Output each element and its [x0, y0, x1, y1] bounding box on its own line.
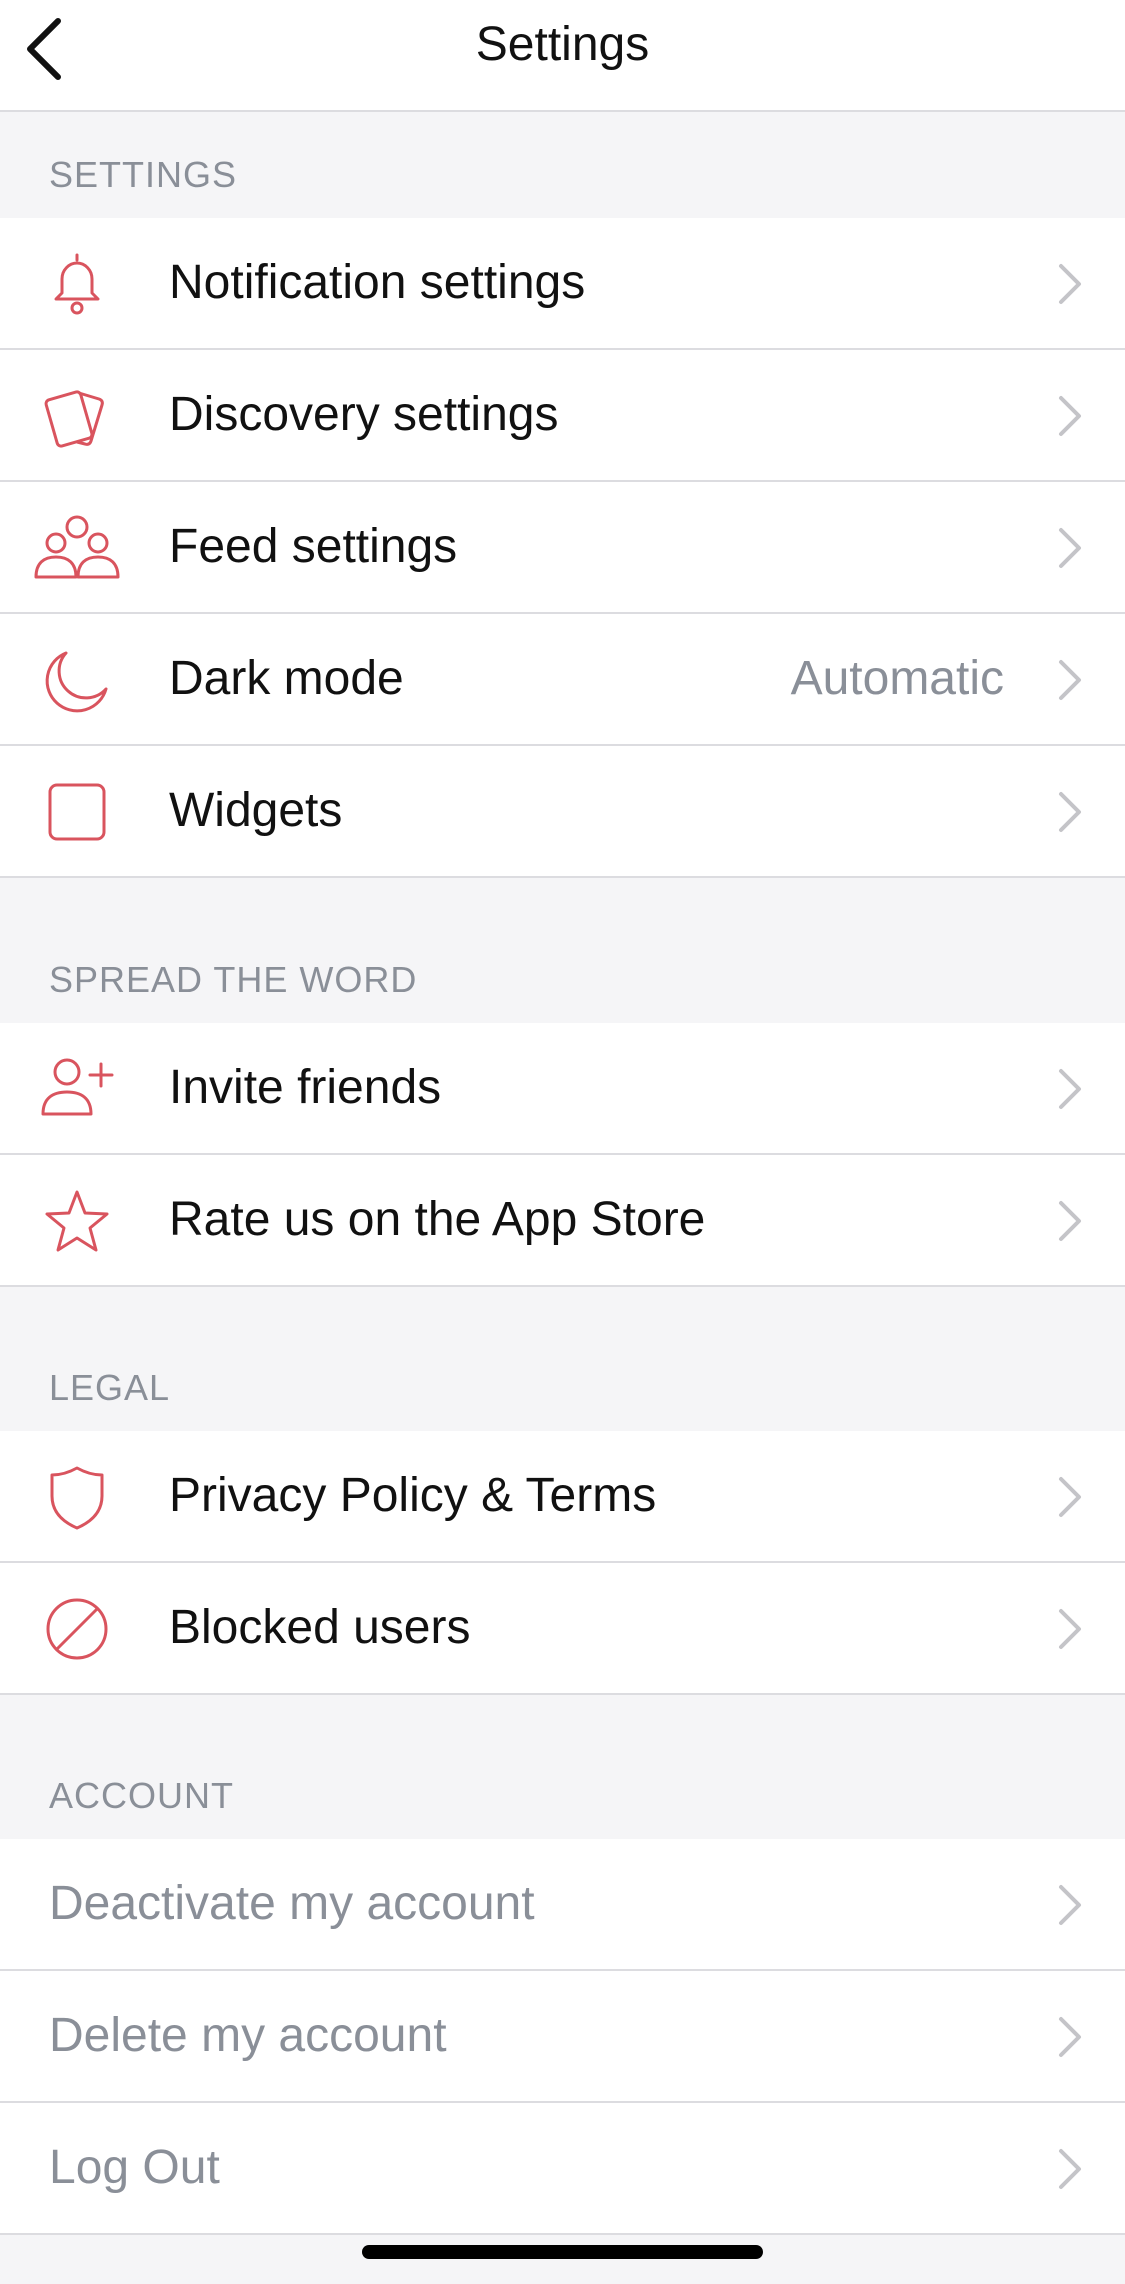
row-widgets[interactable]: Widgets	[0, 746, 1125, 878]
row-label: Widgets	[169, 784, 343, 837]
person-add-icon	[32, 1051, 122, 1127]
section-header-legal: LEGAL	[49, 1367, 171, 1408]
row-invite-friends[interactable]: Invite friends	[0, 1023, 1125, 1155]
row-label: Notification settings	[169, 256, 586, 309]
section-header-spread-the-word: SPREAD THE WORD	[49, 959, 418, 1000]
row-label: Invite friends	[169, 1061, 442, 1114]
chevron-right-icon	[1059, 2017, 1081, 2057]
chevron-right-icon	[1059, 1477, 1081, 1517]
shield-icon	[32, 1459, 122, 1535]
people-group-icon	[32, 510, 122, 586]
row-notification-settings[interactable]: Notification settings	[0, 218, 1125, 350]
chevron-right-icon	[1059, 1609, 1081, 1649]
block-icon	[32, 1591, 122, 1667]
row-label: Log Out	[49, 2141, 220, 2194]
row-log-out[interactable]: Log Out	[0, 2103, 1125, 2235]
page-title: Settings	[475, 18, 650, 71]
row-deactivate-account[interactable]: Deactivate my account	[0, 1839, 1125, 1971]
row-label: Blocked users	[169, 1601, 471, 1654]
bell-icon	[32, 246, 122, 322]
row-privacy-policy[interactable]: Privacy Policy & Terms	[0, 1431, 1125, 1563]
row-label: Dark mode	[169, 652, 404, 705]
chevron-right-icon	[1059, 264, 1081, 304]
chevron-right-icon	[1059, 1069, 1081, 1109]
chevron-right-icon	[1059, 1885, 1081, 1925]
navigation-bar: Settings	[0, 0, 1125, 112]
chevron-right-icon	[1059, 660, 1081, 700]
row-rate-app[interactable]: Rate us on the App Store	[0, 1155, 1125, 1287]
row-label: Delete my account	[49, 2009, 447, 2062]
row-delete-account[interactable]: Delete my account	[0, 1971, 1125, 2103]
dark-mode-value: Automatic	[790, 652, 1004, 705]
cards-icon	[32, 378, 122, 454]
row-discovery-settings[interactable]: Discovery settings	[0, 350, 1125, 482]
chevron-right-icon	[1059, 792, 1081, 832]
row-blocked-users[interactable]: Blocked users	[0, 1563, 1125, 1695]
square-icon	[32, 774, 122, 850]
moon-icon	[32, 642, 122, 718]
section-header-account: ACCOUNT	[49, 1775, 234, 1816]
row-label: Feed settings	[169, 520, 458, 573]
chevron-right-icon	[1059, 2149, 1081, 2189]
star-icon	[32, 1183, 122, 1259]
row-dark-mode[interactable]: Dark mode Automatic	[0, 614, 1125, 746]
chevron-right-icon	[1059, 528, 1081, 568]
row-label: Discovery settings	[169, 388, 559, 441]
row-label: Rate us on the App Store	[169, 1193, 706, 1246]
chevron-right-icon	[1059, 396, 1081, 436]
home-indicator[interactable]	[362, 2245, 763, 2259]
row-label: Privacy Policy & Terms	[169, 1469, 657, 1522]
row-label: Deactivate my account	[49, 1877, 535, 1930]
row-feed-settings[interactable]: Feed settings	[0, 482, 1125, 614]
chevron-right-icon	[1059, 1201, 1081, 1241]
section-header-settings: SETTINGS	[49, 154, 238, 195]
